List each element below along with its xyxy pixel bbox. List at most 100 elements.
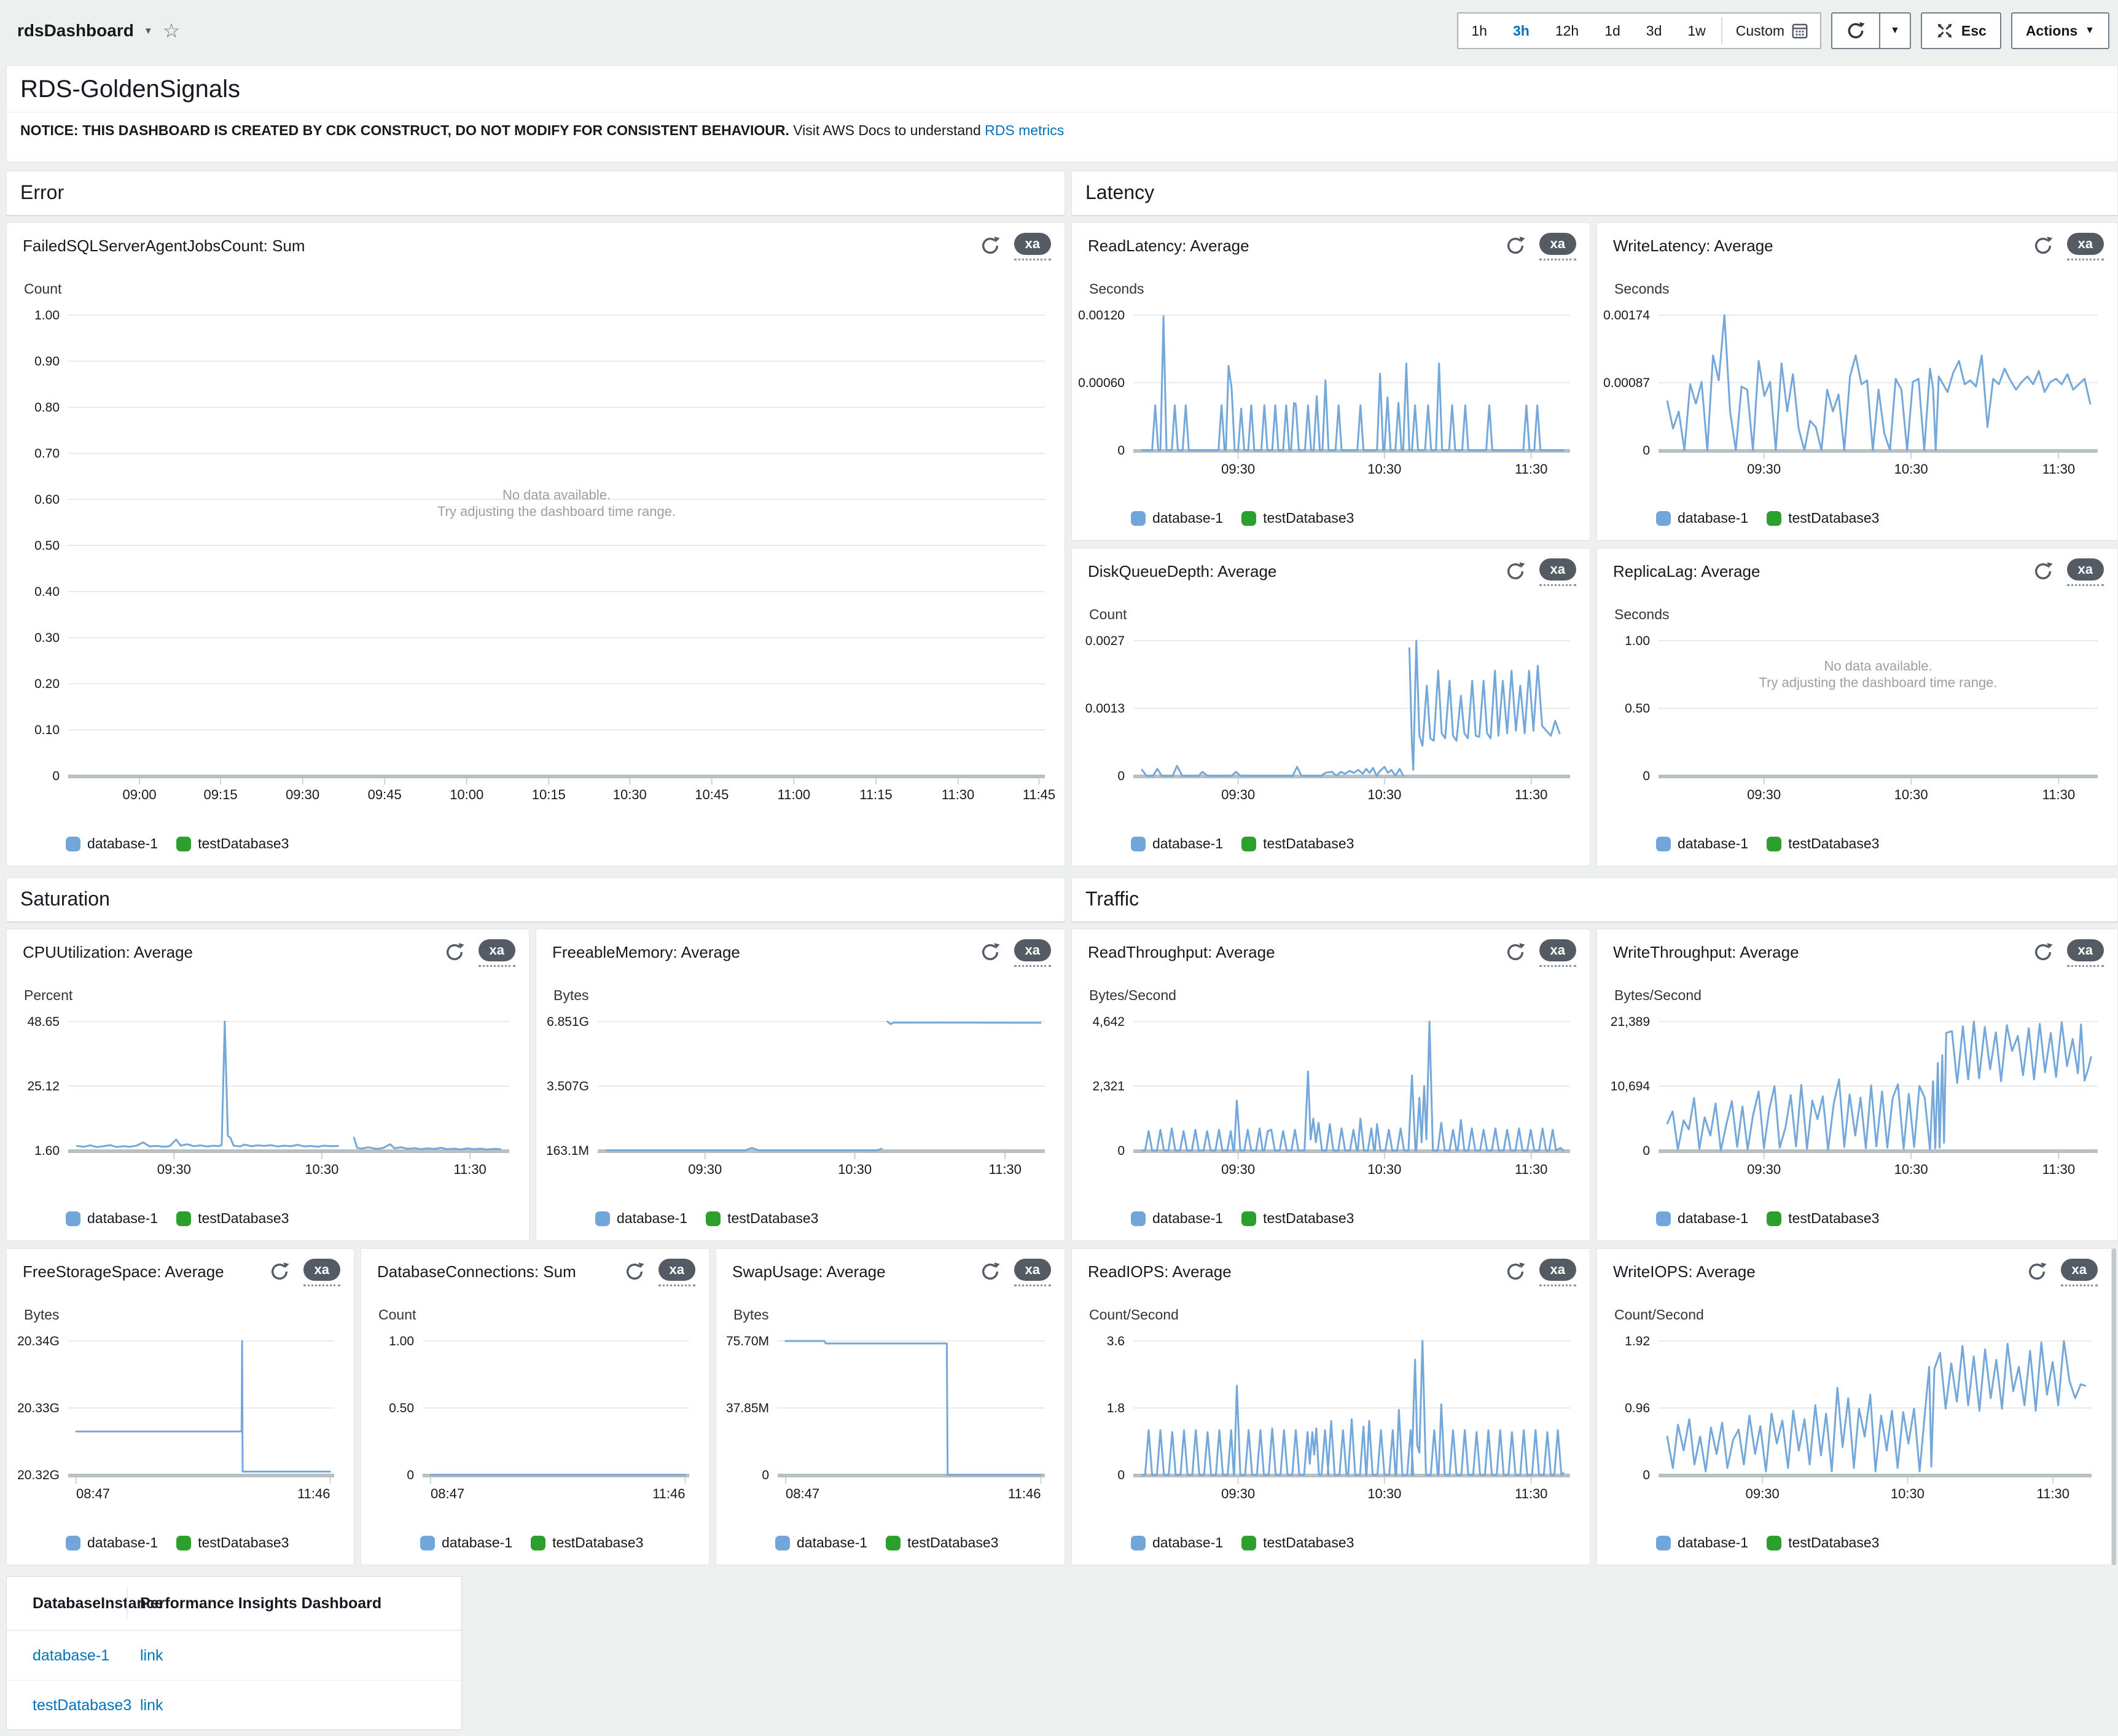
legend-testDatabase3[interactable]: testDatabase3 [1767, 1535, 1879, 1551]
legend-testDatabase3[interactable]: testDatabase3 [176, 1210, 289, 1227]
section-saturation: Saturation [6, 877, 1065, 923]
refresh-icon[interactable] [269, 1261, 290, 1282]
axis-unit-label: Bytes [553, 987, 589, 1004]
legend-swatch [176, 837, 191, 851]
legend-database-1[interactable]: database-1 [1131, 510, 1223, 526]
instance-link-testDatabase3[interactable]: testDatabase3 [33, 1697, 131, 1714]
rds-metrics-link[interactable]: RDS metrics [985, 122, 1064, 138]
refresh-icon[interactable] [1505, 235, 1526, 256]
time-range-12h[interactable]: 12h [1542, 23, 1592, 39]
legend-testDatabase3[interactable]: testDatabase3 [531, 1535, 643, 1551]
xa-badge[interactable]: xa [303, 1259, 340, 1286]
refresh-icon[interactable] [980, 1261, 1001, 1282]
xa-badge[interactable]: xa [1539, 1259, 1576, 1286]
pi-dashboard-link[interactable]: link [140, 1647, 163, 1664]
legend-testDatabase3[interactable]: testDatabase3 [176, 835, 289, 852]
xa-badge[interactable]: xa [658, 1259, 695, 1286]
xa-badge[interactable]: xa [2067, 939, 2104, 967]
chart-legend: database-1 testDatabase3 [66, 1210, 289, 1227]
time-range-custom[interactable]: Custom [1725, 22, 1820, 40]
legend-database-1[interactable]: database-1 [1131, 1535, 1223, 1551]
refresh-icon[interactable] [1505, 1261, 1526, 1282]
legend-database-1[interactable]: database-1 [1656, 1210, 1748, 1227]
instance-link-database-1[interactable]: database-1 [33, 1647, 109, 1664]
legend-database-1[interactable]: database-1 [420, 1535, 512, 1551]
legend-database-1[interactable]: database-1 [66, 1535, 158, 1551]
legend-testDatabase3[interactable]: testDatabase3 [176, 1535, 289, 1551]
time-range-1w[interactable]: 1w [1674, 23, 1718, 39]
fullscreen-esc-button[interactable]: Esc [1921, 12, 2001, 49]
legend-swatch [176, 1211, 191, 1226]
chevron-down-icon: ▼ [1890, 25, 1900, 36]
refresh-icon[interactable] [980, 942, 1001, 963]
legend-database-1[interactable]: database-1 [66, 835, 158, 852]
legend-database-1[interactable]: database-1 [1656, 1535, 1748, 1551]
xa-badge[interactable]: xa [1539, 939, 1576, 967]
legend-testDatabase3[interactable]: testDatabase3 [706, 1210, 818, 1227]
refresh-button[interactable] [1831, 12, 1880, 49]
actions-button[interactable]: Actions ▼ [2011, 12, 2109, 49]
refresh-options-button[interactable]: ▼ [1880, 12, 1911, 49]
legend-testDatabase3[interactable]: testDatabase3 [886, 1535, 998, 1551]
legend-testDatabase3[interactable]: testDatabase3 [1241, 1210, 1354, 1227]
legend-swatch [1656, 1536, 1671, 1550]
refresh-icon[interactable] [2033, 235, 2054, 256]
legend-database-1[interactable]: database-1 [1131, 835, 1223, 852]
svg-text:0.50: 0.50 [389, 1401, 414, 1415]
time-range-3d[interactable]: 3d [1633, 23, 1675, 39]
legend-swatch [1131, 511, 1146, 526]
xa-badge[interactable]: xa [1014, 939, 1051, 967]
svg-text:09:30: 09:30 [1747, 787, 1781, 802]
favorite-star-icon[interactable]: ☆ [163, 19, 181, 42]
svg-text:09:00: 09:00 [123, 787, 157, 802]
svg-text:0.00087: 0.00087 [1603, 376, 1650, 390]
legend-database-1[interactable]: database-1 [595, 1210, 687, 1227]
xa-badge[interactable]: xa [1539, 558, 1576, 586]
refresh-icon[interactable] [2033, 942, 2054, 963]
time-range-1d[interactable]: 1d [1592, 23, 1633, 39]
legend-testDatabase3[interactable]: testDatabase3 [1767, 510, 1879, 526]
time-range-selector: 1h 3h 12h 1d 3d 1w Custom [1457, 12, 1821, 49]
legend-testDatabase3[interactable]: testDatabase3 [1767, 1210, 1879, 1227]
xa-badge[interactable]: xa [2067, 558, 2104, 586]
refresh-icon[interactable] [444, 942, 465, 963]
refresh-icon[interactable] [980, 235, 1001, 256]
legend-testDatabase3[interactable]: testDatabase3 [1241, 835, 1354, 852]
legend-testDatabase3[interactable]: testDatabase3 [1241, 510, 1354, 526]
legend-database-1[interactable]: database-1 [775, 1535, 867, 1551]
refresh-icon[interactable] [2033, 561, 2054, 582]
time-range-1h[interactable]: 1h [1458, 23, 1500, 39]
svg-text:0.00060: 0.00060 [1078, 376, 1125, 390]
chevron-down-icon: ▼ [2085, 25, 2095, 36]
legend-database-1[interactable]: database-1 [1656, 510, 1748, 526]
svg-text:20.34G: 20.34G [17, 1334, 60, 1348]
svg-text:09:30: 09:30 [688, 1162, 722, 1176]
time-range-3h[interactable]: 3h [1500, 23, 1542, 39]
xa-badge[interactable]: xa [2067, 233, 2104, 260]
legend-database-1[interactable]: database-1 [1131, 1210, 1223, 1227]
dashboard-name-caret-icon[interactable]: ▼ [144, 26, 153, 36]
svg-text:20.33G: 20.33G [17, 1401, 60, 1415]
refresh-icon[interactable] [1505, 942, 1526, 963]
refresh-icon[interactable] [624, 1261, 645, 1282]
refresh-icon[interactable] [1505, 561, 1526, 582]
legend-database-1[interactable]: database-1 [66, 1210, 158, 1227]
section-latency: Latency [1071, 171, 2118, 216]
refresh-icon[interactable] [2026, 1261, 2047, 1282]
legend-testDatabase3[interactable]: testDatabase3 [1241, 1535, 1354, 1551]
svg-text:09:30: 09:30 [157, 1162, 191, 1176]
chart-legend: database-1 testDatabase3 [66, 1535, 289, 1551]
cloudwatch-dashboard: rdsDashboard ▼ ☆ 1h 3h 12h 1d 3d 1w Cust… [0, 0, 2118, 1736]
chart-legend: database-1 testDatabase3 [1131, 510, 1354, 526]
xa-badge[interactable]: xa [479, 939, 515, 967]
xa-badge[interactable]: xa [1014, 1259, 1051, 1286]
legend-database-1[interactable]: database-1 [1656, 835, 1748, 852]
xa-badge[interactable]: xa [1014, 233, 1051, 260]
dashboard-name[interactable]: rdsDashboard [17, 21, 134, 41]
pi-dashboard-link[interactable]: link [140, 1697, 163, 1714]
vertical-scrollbar[interactable] [2112, 1248, 2116, 1565]
xa-badge[interactable]: xa [1539, 233, 1576, 260]
legend-testDatabase3[interactable]: testDatabase3 [1767, 835, 1879, 852]
xa-badge[interactable]: xa [2061, 1259, 2098, 1286]
svg-text:No data available.: No data available. [1824, 658, 1932, 673]
